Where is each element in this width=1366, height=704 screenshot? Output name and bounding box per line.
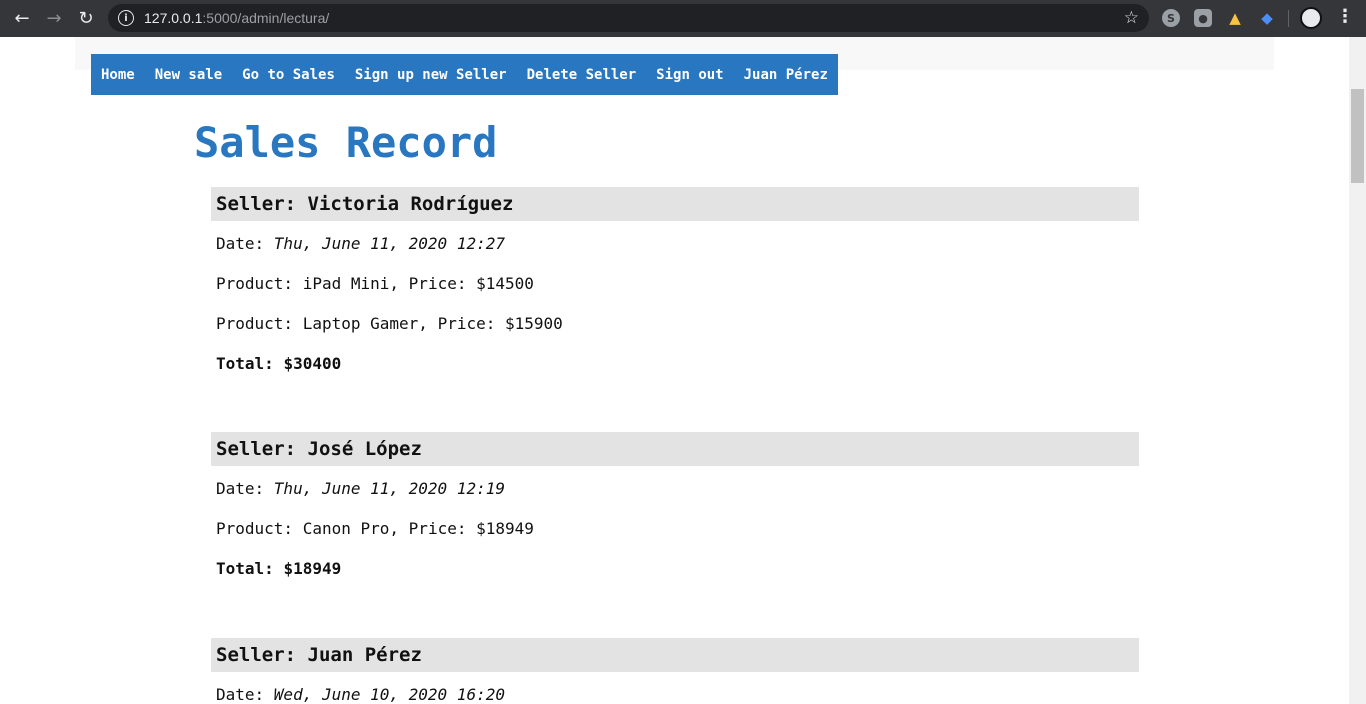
price-label: , Price: <box>389 274 477 293</box>
product-line: Product: iPad Mini, Price: $14500 <box>216 261 1139 301</box>
forward-arrow-icon[interactable]: → <box>40 5 68 33</box>
total-label: Total: <box>216 354 284 373</box>
seller-header: Seller: José López <box>211 432 1139 466</box>
sale-date: Date: Thu, June 11, 2020 12:19 <box>216 466 1139 506</box>
extension-hand-icon[interactable]: ▲ <box>1226 9 1244 27</box>
product-line: Product: Laptop Gamer, Price: $15900 <box>216 301 1139 341</box>
menu-kebab-icon[interactable]: ⋮ <box>1336 6 1354 27</box>
bookmark-star-icon[interactable]: ☆ <box>1124 8 1139 28</box>
seller-header: Seller: Victoria Rodríguez <box>211 187 1139 221</box>
date-value: Wed, June 10, 2020 16:20 <box>273 685 505 704</box>
menu-sign-out[interactable]: Sign out <box>648 67 731 83</box>
seller-name: Victoria Rodríguez <box>307 193 514 215</box>
url-path: :5000/admin/lectura/ <box>202 10 330 26</box>
date-label: Date: <box>216 479 274 498</box>
page-viewport: Home New sale Go to Sales Sign up new Se… <box>0 37 1349 704</box>
date-value: Thu, June 11, 2020 12:27 <box>273 234 505 253</box>
toolbar-divider <box>1288 10 1289 27</box>
page-title: Sales Record <box>194 118 498 167</box>
product-name: iPad Mini <box>302 274 390 293</box>
url-text[interactable]: 127.0.0.1:5000/admin/lectura/ <box>144 10 329 26</box>
sale-total: Total: $18949 <box>216 546 1139 586</box>
sale-record: Seller: Victoria Rodríguez Date: Thu, Ju… <box>211 187 1139 381</box>
seller-name: José López <box>307 438 422 460</box>
product-name: Canon Pro <box>302 519 390 538</box>
main-menu: Home New sale Go to Sales Sign up new Se… <box>91 54 838 95</box>
info-icon[interactable]: i <box>118 10 134 26</box>
menu-user-name[interactable]: Juan Pérez <box>736 67 836 83</box>
product-label: Product: <box>216 274 303 293</box>
product-price: $18949 <box>476 519 534 538</box>
seller-name: Juan Pérez <box>307 644 422 666</box>
menu-go-to-sales[interactable]: Go to Sales <box>234 67 343 83</box>
date-label: Date: <box>216 234 274 253</box>
extension-bulb-icon[interactable]: ● <box>1194 9 1212 27</box>
seller-label: Seller: <box>216 193 308 215</box>
total-value: $18949 <box>283 559 342 578</box>
product-label: Product: <box>216 519 303 538</box>
url-host: 127.0.0.1 <box>144 10 203 26</box>
price-label: , Price: <box>418 314 505 333</box>
extension-s-icon[interactable]: S <box>1162 9 1180 27</box>
product-price: $15900 <box>505 314 563 333</box>
total-value: $30400 <box>283 354 342 373</box>
product-price: $14500 <box>476 274 534 293</box>
product-label: Product: <box>216 314 303 333</box>
profile-avatar[interactable] <box>1300 7 1322 29</box>
sale-total: Total: $30400 <box>216 341 1139 381</box>
product-name: Laptop Gamer <box>302 314 419 333</box>
scrollbar-thumb[interactable] <box>1351 89 1364 183</box>
reload-icon[interactable]: ↻ <box>72 5 100 33</box>
sale-record: Seller: José López Date: Thu, June 11, 2… <box>211 432 1139 586</box>
menu-sign-up-seller[interactable]: Sign up new Seller <box>347 67 515 83</box>
browser-toolbar: ← → ↻ i 127.0.0.1:5000/admin/lectura/ ☆ … <box>0 0 1366 37</box>
total-label: Total: <box>216 559 284 578</box>
menu-home[interactable]: Home <box>93 67 143 83</box>
seller-header: Seller: Juan Pérez <box>211 638 1139 672</box>
sale-record: Seller: Juan Pérez Date: Wed, June 10, 2… <box>211 638 1139 704</box>
sale-date: Date: Thu, June 11, 2020 12:27 <box>216 221 1139 261</box>
vertical-scrollbar[interactable] <box>1349 37 1366 704</box>
sale-date: Date: Wed, June 10, 2020 16:20 <box>216 672 1139 704</box>
extension-shield-icon[interactable]: ◆ <box>1258 9 1276 27</box>
seller-label: Seller: <box>216 644 308 666</box>
price-label: , Price: <box>389 519 477 538</box>
product-line: Product: Canon Pro, Price: $18949 <box>216 506 1139 546</box>
seller-label: Seller: <box>216 438 308 460</box>
menu-delete-seller[interactable]: Delete Seller <box>519 67 645 83</box>
back-arrow-icon[interactable]: ← <box>8 5 36 33</box>
date-value: Thu, June 11, 2020 12:19 <box>273 479 505 498</box>
date-label: Date: <box>216 685 274 704</box>
menu-new-sale[interactable]: New sale <box>147 67 230 83</box>
address-bar[interactable]: i 127.0.0.1:5000/admin/lectura/ ☆ <box>108 4 1149 32</box>
